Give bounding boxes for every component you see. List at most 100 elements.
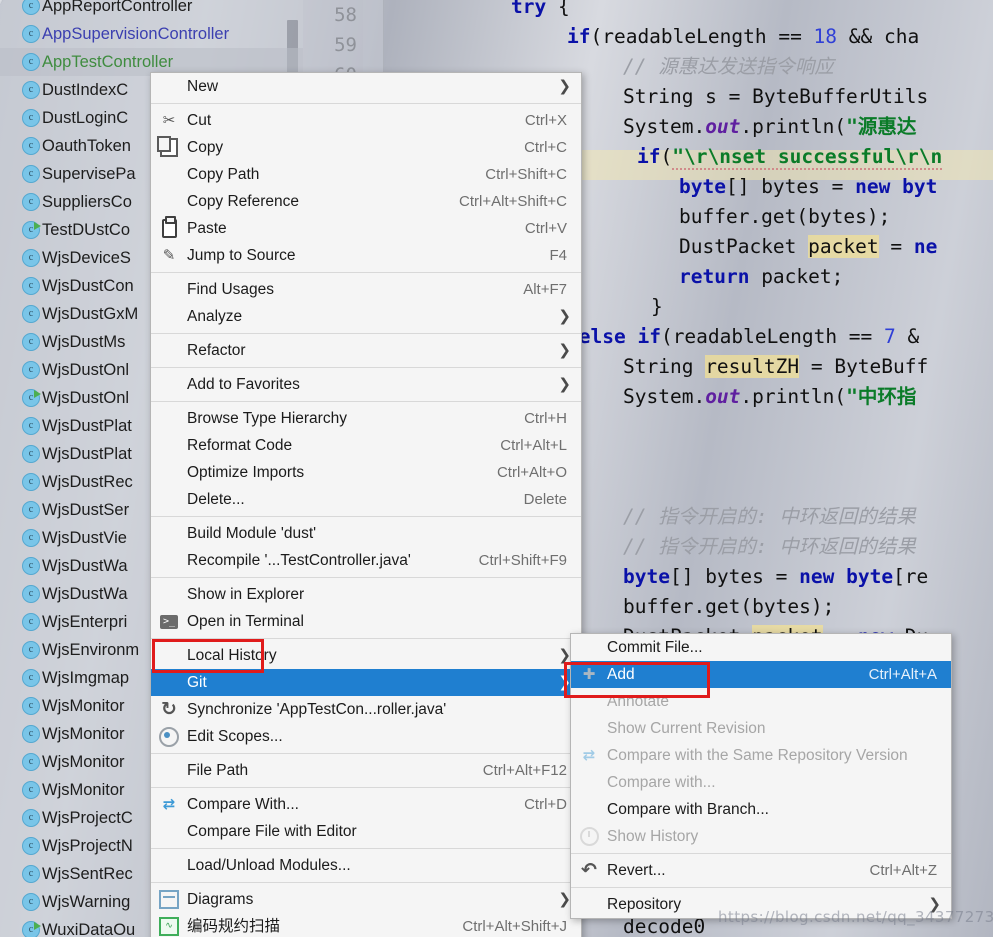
menu-item-shortcut: Ctrl+Alt+A bbox=[869, 661, 937, 688]
menu-item-reformat-code[interactable]: Reformat Code Ctrl+Alt+L bbox=[151, 432, 581, 459]
menu-item-shortcut: F4 bbox=[549, 242, 567, 269]
chevron-right-icon: ❯ bbox=[558, 73, 571, 100]
menu-item-shortcut: Ctrl+V bbox=[525, 215, 567, 242]
tree-item-label: WjsDustPlat bbox=[42, 417, 132, 435]
menu-separator bbox=[151, 401, 581, 402]
menu-item-file-path[interactable]: File PathCtrl+Alt+F12 bbox=[151, 757, 581, 784]
menu-item-compare-file-with-editor[interactable]: Compare File with Editor bbox=[151, 818, 581, 845]
menu-item-load-unload-modules[interactable]: Load/Unload Modules... bbox=[151, 852, 581, 879]
menu-item-label: Revert... bbox=[607, 857, 666, 884]
project-file-context-menu[interactable]: New❯ ✂CutCtrl+XCopyCtrl+CCopy PathCtrl+Sh… bbox=[150, 72, 582, 937]
class-icon: c bbox=[22, 417, 40, 435]
menu-separator bbox=[151, 848, 581, 849]
menu-item-revert[interactable]: ↶Revert...Ctrl+Alt+Z bbox=[571, 857, 951, 884]
class-icon: c bbox=[22, 53, 40, 71]
menu-item-label: Copy Reference bbox=[187, 188, 299, 215]
sync-icon: ↻ bbox=[159, 700, 179, 720]
tree-item-label: WjsDustVie bbox=[42, 529, 127, 547]
menu-item-compare-with[interactable]: Compare with... bbox=[571, 769, 951, 796]
menu-item-compare-with-the-same-repository-version[interactable]: ⇄Compare with the Same Repository Versio… bbox=[571, 742, 951, 769]
menu-item-label: Git bbox=[187, 669, 207, 696]
menu-item-diagrams[interactable]: Diagrams❯ bbox=[151, 886, 581, 913]
class-icon: c bbox=[22, 445, 40, 463]
chevron-right-icon: ❯ bbox=[558, 337, 571, 364]
menu-item-analyze[interactable]: Analyze❯ bbox=[151, 303, 581, 330]
menu-item-label: Reformat Code bbox=[187, 432, 292, 459]
menu-item-annotate[interactable]: Annotate bbox=[571, 688, 951, 715]
class-icon: c bbox=[22, 529, 40, 547]
git-submenu[interactable]: Commit File...✚AddCtrl+Alt+AAnnotateShow… bbox=[570, 633, 952, 919]
class-icon: c bbox=[22, 137, 40, 155]
menu-item-shortcut: Ctrl+Alt+L bbox=[500, 432, 567, 459]
tree-item-label: AppTestController bbox=[42, 53, 173, 71]
menu-item-shortcut: Delete bbox=[524, 486, 567, 513]
menu-item-label: Show History bbox=[607, 823, 698, 850]
class-icon: c bbox=[22, 641, 40, 659]
menu-item-cut[interactable]: ✂CutCtrl+X bbox=[151, 107, 581, 134]
class-icon: c bbox=[22, 249, 40, 267]
menu-item-shortcut: Ctrl+C bbox=[524, 134, 567, 161]
menu-item-show-current-revision[interactable]: Show Current Revision bbox=[571, 715, 951, 742]
menu-item-compare-with[interactable]: ⇄Compare With...Ctrl+D bbox=[151, 791, 581, 818]
tree-item-label: WjsDustMs bbox=[42, 333, 125, 351]
chevron-right-icon: ❯ bbox=[558, 371, 571, 398]
menu-item-copy-reference[interactable]: Copy ReferenceCtrl+Alt+Shift+C bbox=[151, 188, 581, 215]
menu-item-build-module-dust[interactable]: Build Module 'dust' bbox=[151, 520, 581, 547]
menu-item-shortcut: Ctrl+X bbox=[525, 107, 567, 134]
menu-item-shortcut: Ctrl+Alt+Z bbox=[869, 857, 937, 884]
menu-item-add[interactable]: ✚AddCtrl+Alt+A bbox=[571, 661, 951, 688]
menu-item-delete[interactable]: Delete...Delete bbox=[151, 486, 581, 513]
menu-item-label: Edit Scopes... bbox=[187, 723, 283, 750]
menu-item-local-history[interactable]: Local History❯ bbox=[151, 642, 581, 669]
menu-item-new[interactable]: New❯ bbox=[151, 73, 581, 100]
scan-icon: ∿ bbox=[159, 917, 179, 937]
class-icon: c bbox=[22, 165, 40, 183]
menu-item-edit-scopes[interactable]: Edit Scopes... bbox=[151, 723, 581, 750]
menu-item-编码规约扫描[interactable]: ∿编码规约扫描Ctrl+Alt+Shift+J bbox=[151, 913, 581, 937]
tree-item-label: DustLoginC bbox=[42, 109, 128, 127]
tree-item-label: AppReportController bbox=[42, 0, 192, 15]
menu-item-open-in-terminal[interactable]: >_Open in Terminal bbox=[151, 608, 581, 635]
menu-item-optimize-imports[interactable]: Optimize ImportsCtrl+Alt+O bbox=[151, 459, 581, 486]
menu-item-label: Compare File with Editor bbox=[187, 818, 357, 845]
menu-item-jump-to-source[interactable]: ✎Jump to SourceF4 bbox=[151, 242, 581, 269]
ide-window: 58 59 60 ❯ ❯ ❯ ❯ ❯ try { if(readableLeng… bbox=[0, 0, 993, 937]
menu-item-label: Paste bbox=[187, 215, 227, 242]
menu-item-add-to-favorites[interactable]: Add to Favorites❯ bbox=[151, 371, 581, 398]
menu-item-git[interactable]: Git❯ bbox=[151, 669, 581, 696]
menu-item-find-usages[interactable]: Find UsagesAlt+F7 bbox=[151, 276, 581, 303]
tree-item-label: WjsDustOnl bbox=[42, 389, 129, 407]
class-icon: c bbox=[22, 305, 40, 323]
class-icon: c bbox=[22, 277, 40, 295]
menu-separator bbox=[151, 787, 581, 788]
runnable-marker-icon bbox=[34, 390, 41, 398]
menu-item-show-in-explorer[interactable]: Show in Explorer bbox=[151, 581, 581, 608]
class-icon: c bbox=[22, 613, 40, 631]
menu-item-label: Compare with the Same Repository Version bbox=[607, 742, 908, 769]
copy-icon bbox=[159, 138, 179, 158]
plus-icon: ✚ bbox=[579, 665, 599, 685]
menu-item-commit-file[interactable]: Commit File... bbox=[571, 634, 951, 661]
menu-item-browse-type-hierarchy[interactable]: Browse Type HierarchyCtrl+H bbox=[151, 405, 581, 432]
menu-item-label: Optimize Imports bbox=[187, 459, 304, 486]
menu-separator bbox=[151, 882, 581, 883]
menu-item-show-history[interactable]: Show History bbox=[571, 823, 951, 850]
menu-item-copy[interactable]: CopyCtrl+C bbox=[151, 134, 581, 161]
class-icon: c bbox=[22, 865, 40, 883]
menu-item-compare-with-branch[interactable]: Compare with Branch... bbox=[571, 796, 951, 823]
tree-item-appreportcontroller[interactable]: cAppReportController bbox=[0, 0, 303, 20]
menu-separator bbox=[151, 753, 581, 754]
tree-item-label: WjsImgmap bbox=[42, 669, 129, 687]
class-icon: c bbox=[22, 361, 40, 379]
class-icon: c bbox=[22, 837, 40, 855]
class-icon: c bbox=[22, 193, 40, 211]
tree-item-appsupervisioncontroller[interactable]: cAppSupervisionController bbox=[0, 20, 303, 48]
menu-item-recompile-testcontroller-java[interactable]: Recompile '...TestController.java'Ctrl+S… bbox=[151, 547, 581, 574]
menu-item-synchronize-apptestcon-roller-java[interactable]: ↻Synchronize 'AppTestCon...roller.java' bbox=[151, 696, 581, 723]
class-icon: c bbox=[22, 893, 40, 911]
menu-item-paste[interactable]: Paste Ctrl+V bbox=[151, 215, 581, 242]
menu-separator bbox=[151, 638, 581, 639]
menu-item-copy-path[interactable]: Copy PathCtrl+Shift+C bbox=[151, 161, 581, 188]
menu-item-refactor[interactable]: Refactor❯ bbox=[151, 337, 581, 364]
pencil-icon: ✎ bbox=[159, 246, 179, 266]
